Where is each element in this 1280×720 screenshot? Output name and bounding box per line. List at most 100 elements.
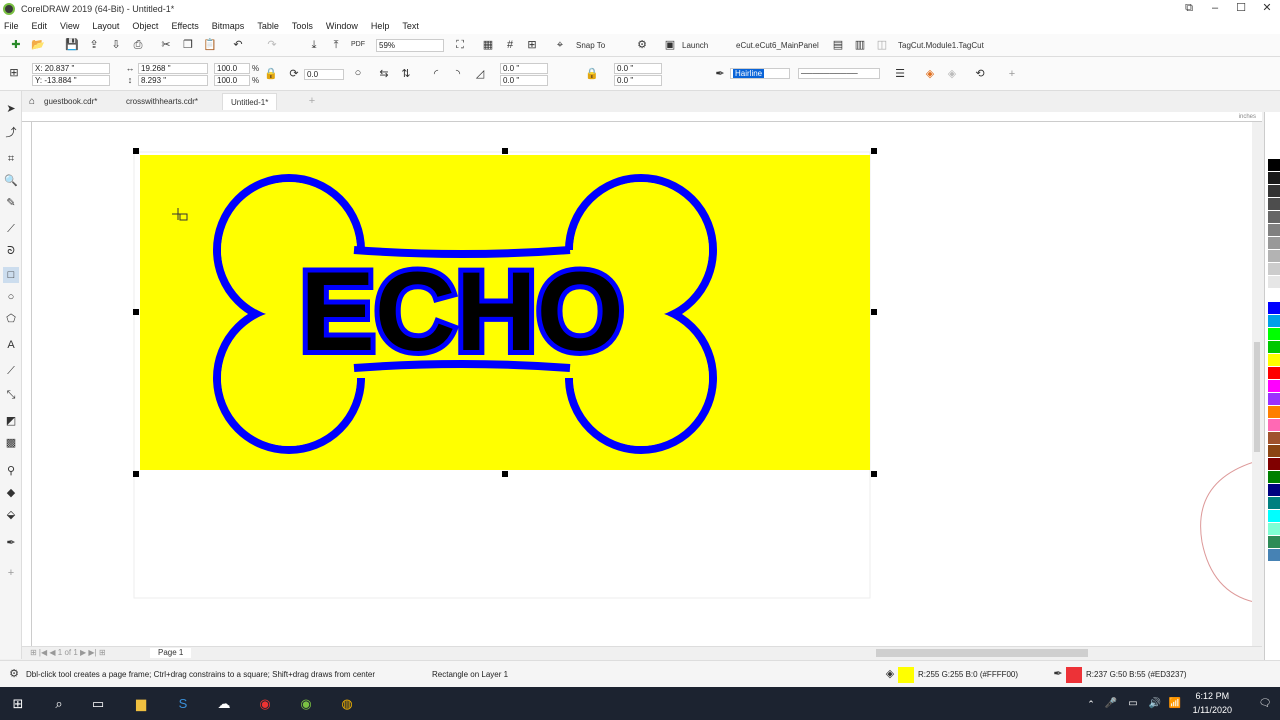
- eyedropper-icon[interactable]: ⚲: [3, 463, 19, 479]
- corner-radius-top-right[interactable]: 0.0 ": [614, 63, 662, 74]
- chamfered-corner-icon[interactable]: ◿: [472, 66, 488, 82]
- palette-swatch[interactable]: [1268, 315, 1280, 327]
- palette-swatch[interactable]: [1268, 445, 1280, 457]
- ecut-panel-button[interactable]: eCut.eCut6_MainPanel: [736, 41, 819, 51]
- app-record-icon[interactable]: ◉: [256, 695, 274, 713]
- fill-color-swatch[interactable]: [898, 667, 914, 683]
- drawing-canvas[interactable]: ECHO: [32, 122, 1254, 646]
- outline-pen-icon[interactable]: ✒: [712, 66, 728, 82]
- open-icon[interactable]: 📂: [30, 37, 46, 53]
- add-icon[interactable]: +: [1004, 66, 1020, 82]
- palette-swatch[interactable]: [1268, 549, 1280, 561]
- undo-icon[interactable]: ↶: [230, 37, 246, 53]
- tray-network-icon[interactable]: ▭: [1124, 695, 1142, 713]
- task-view-icon[interactable]: ▭: [89, 695, 107, 713]
- palette-swatch[interactable]: [1268, 159, 1280, 171]
- palette-swatch[interactable]: [1268, 419, 1280, 431]
- object-origin-icon[interactable]: ⊞: [6, 65, 22, 81]
- palette-swatch[interactable]: [1268, 536, 1280, 548]
- menu-view[interactable]: View: [60, 21, 79, 31]
- palette-swatch[interactable]: [1268, 146, 1280, 158]
- palette-swatch[interactable]: [1268, 263, 1280, 275]
- palette-swatch[interactable]: [1268, 328, 1280, 340]
- menu-window[interactable]: Window: [326, 21, 358, 31]
- menu-effects[interactable]: Effects: [171, 21, 198, 31]
- pick-tool-icon[interactable]: ➤: [3, 101, 19, 117]
- convert-curves-icon[interactable]: ⟲: [972, 66, 988, 82]
- menu-tools[interactable]: Tools: [292, 21, 313, 31]
- windows-start-icon[interactable]: ⊞: [9, 695, 27, 713]
- palette-swatch[interactable]: [1268, 341, 1280, 353]
- rectangle-tool-icon[interactable]: □: [3, 267, 19, 283]
- save-icon[interactable]: 💾: [64, 37, 80, 53]
- launch-icon[interactable]: ▣: [662, 37, 678, 53]
- palette-swatch[interactable]: [1268, 484, 1280, 496]
- print-icon[interactable]: ⎙: [130, 37, 146, 53]
- menu-file[interactable]: File: [4, 21, 19, 31]
- guidelines-icon[interactable]: ⊞: [524, 37, 540, 53]
- ecut-tool-icon[interactable]: ▤: [830, 37, 846, 53]
- ecut-table-icon[interactable]: ▥: [852, 37, 868, 53]
- palette-swatch[interactable]: [1268, 393, 1280, 405]
- close-button[interactable]: ✕: [1254, 0, 1280, 17]
- file-explorer-icon[interactable]: ▆: [132, 695, 150, 713]
- add-tool-icon[interactable]: +: [3, 565, 19, 581]
- options-gear-icon[interactable]: ⚙: [634, 37, 650, 53]
- mirror-vertical-icon[interactable]: ⇅: [398, 66, 414, 82]
- menu-bitmaps[interactable]: Bitmaps: [212, 21, 245, 31]
- rotation-center-icon[interactable]: ○: [350, 65, 366, 81]
- scalloped-corner-icon[interactable]: ◝: [450, 66, 466, 82]
- palette-swatch[interactable]: [1268, 172, 1280, 184]
- rulers-icon[interactable]: ▦: [480, 37, 496, 53]
- pen-tool-icon[interactable]: ⟋: [3, 221, 19, 237]
- corner-radius-top-left[interactable]: 0.0 ": [500, 63, 548, 74]
- round-corner-icon[interactable]: ◜: [428, 66, 444, 82]
- tray-wifi-icon[interactable]: 📶: [1166, 695, 1184, 713]
- search-icon[interactable]: ⌕: [50, 695, 68, 713]
- palette-swatch[interactable]: [1268, 185, 1280, 197]
- chrome-icon[interactable]: ◍: [338, 695, 356, 713]
- download-icon[interactable]: ⇩: [108, 37, 124, 53]
- palette-swatch[interactable]: [1268, 432, 1280, 444]
- menu-text[interactable]: Text: [402, 21, 419, 31]
- corner-lock-icon[interactable]: 🔒: [584, 66, 600, 82]
- launch-dropdown[interactable]: Launch: [682, 41, 708, 51]
- cut-icon[interactable]: ✂: [158, 37, 174, 53]
- redo-icon[interactable]: ↷: [264, 37, 280, 53]
- paste-icon[interactable]: 📋: [202, 37, 218, 53]
- wrap-text-icon[interactable]: ☰: [892, 66, 908, 82]
- menu-layout[interactable]: Layout: [92, 21, 119, 31]
- restore-icon[interactable]: ⧉: [1176, 0, 1202, 17]
- snap-to-dropdown[interactable]: Snap To: [576, 41, 605, 51]
- polygon-tool-icon[interactable]: ⬠: [3, 311, 19, 327]
- lock-ratio-icon[interactable]: 🔒: [263, 66, 279, 82]
- vertical-scroll-thumb[interactable]: [1254, 342, 1260, 452]
- taskbar-clock[interactable]: 6:12 PM 1/11/2020: [1193, 689, 1232, 717]
- horizontal-scroll-thumb[interactable]: [876, 649, 1088, 657]
- interactive-fill-icon[interactable]: ◆: [3, 485, 19, 501]
- y-position-field[interactable]: Y: -13.884 ": [32, 75, 110, 86]
- palette-swatch[interactable]: [1268, 367, 1280, 379]
- menu-edit[interactable]: Edit: [32, 21, 48, 31]
- page-1-tab[interactable]: Page 1: [150, 648, 192, 658]
- palette-swatch[interactable]: [1268, 458, 1280, 470]
- freehand-tool-icon[interactable]: ✎: [3, 195, 19, 211]
- corner-radius-bottom-right[interactable]: 0.0 ": [614, 75, 662, 86]
- upload-icon[interactable]: ⇪: [86, 37, 102, 53]
- horizontal-ruler[interactable]: inches: [22, 112, 1262, 122]
- zoom-tool-icon[interactable]: 🔍: [3, 173, 19, 189]
- crop-tool-icon[interactable]: ⌗: [3, 151, 19, 167]
- tagcut-icon[interactable]: ◫: [874, 37, 890, 53]
- tray-chevron-icon[interactable]: ⌃: [1082, 695, 1100, 713]
- app-cloud-icon[interactable]: ☁: [215, 695, 233, 713]
- transparency-icon[interactable]: ▩: [3, 435, 19, 451]
- new-document-icon[interactable]: ✚: [8, 37, 24, 53]
- echo-text[interactable]: ECHO: [295, 244, 629, 379]
- x-position-field[interactable]: X: 20.837 ": [32, 63, 110, 74]
- palette-swatch[interactable]: [1268, 276, 1280, 288]
- minimize-button[interactable]: –: [1202, 0, 1228, 17]
- menu-table[interactable]: Table: [257, 21, 279, 31]
- rotation-field[interactable]: 0.0: [304, 69, 344, 80]
- scale-x-field[interactable]: 100.0: [214, 63, 250, 74]
- palette-swatch[interactable]: [1268, 237, 1280, 249]
